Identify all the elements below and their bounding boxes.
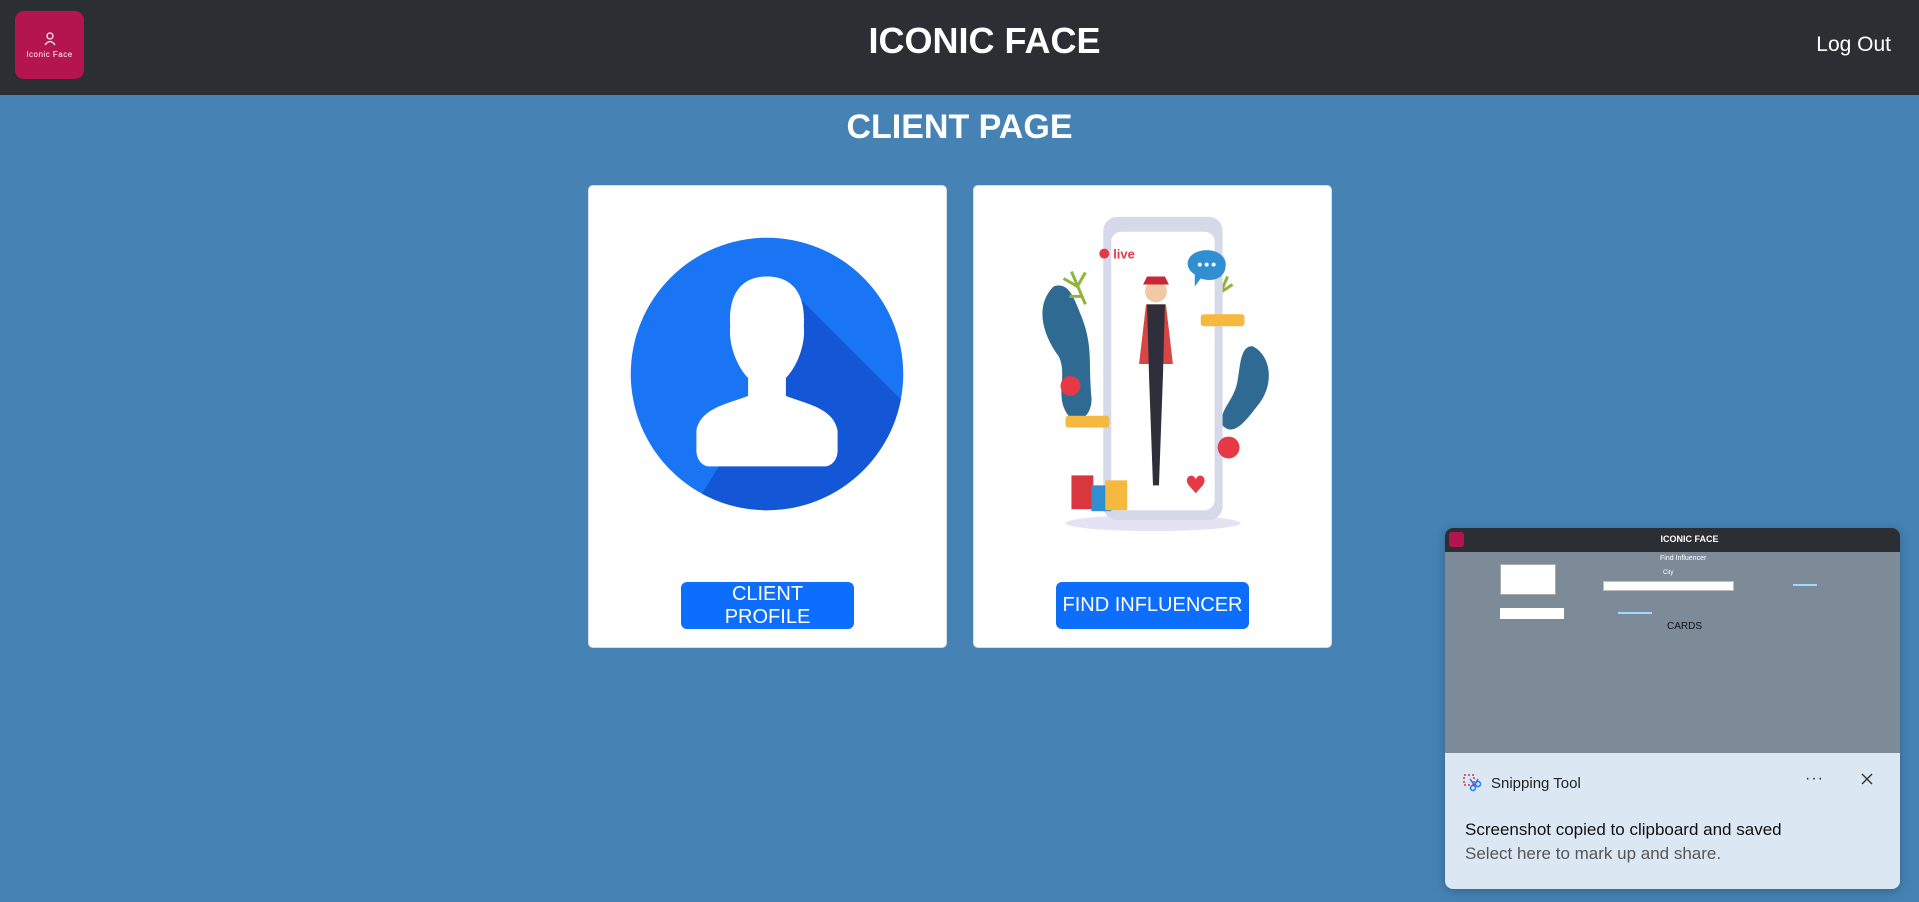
find-influencer-button[interactable]: FIND INFLUENCER xyxy=(1056,582,1249,629)
preview-navbar: ICONIC FACE xyxy=(1445,528,1900,552)
client-profile-button[interactable]: CLIENT PROFILE xyxy=(681,582,854,629)
preview-input xyxy=(1500,608,1564,619)
app-title: ICONIC FACE xyxy=(868,20,1101,61)
notification-header: Snipping Tool xyxy=(1463,771,1581,795)
influencer-illustration-icon: live xyxy=(1042,216,1269,532)
navbar: Iconic Face ICONIC FACE Log Out xyxy=(0,0,1919,95)
live-label: live xyxy=(1113,247,1135,262)
screenshot-preview[interactable]: ICONIC FACE Find Influencer City CARDS xyxy=(1445,528,1900,753)
preview-link-2 xyxy=(1618,612,1652,614)
user-avatar-icon xyxy=(630,237,904,511)
notification-message: Screenshot copied to clipboard and saved xyxy=(1465,820,1782,839)
scissors-icon xyxy=(1463,774,1481,792)
logout-link[interactable]: Log Out xyxy=(1816,33,1891,57)
preview-title: ICONIC FACE xyxy=(1660,534,1719,544)
notification-submessage[interactable]: Select here to mark up and share. xyxy=(1465,844,1721,864)
preview-link xyxy=(1793,584,1817,586)
preview-city-label: City xyxy=(1663,570,1674,576)
page-title: CLIENT PAGE xyxy=(846,108,1073,146)
preview-textarea xyxy=(1500,564,1556,595)
snipping-tool-notification[interactable]: ICONIC FACE Find Influencer City CARDS S… xyxy=(1445,528,1900,889)
preview-select xyxy=(1603,581,1734,591)
preview-heading: Find Influencer xyxy=(1660,555,1707,562)
more-options-button[interactable]: ··· xyxy=(1805,770,1824,788)
preview-cards-label: CARDS xyxy=(1666,621,1702,632)
client-profile-card: CLIENT PROFILE xyxy=(588,185,947,648)
notification-app-name: Snipping Tool xyxy=(1491,774,1581,792)
find-influencer-card: live FIND INFLUENCER xyxy=(973,185,1332,648)
close-icon[interactable] xyxy=(1858,770,1876,788)
